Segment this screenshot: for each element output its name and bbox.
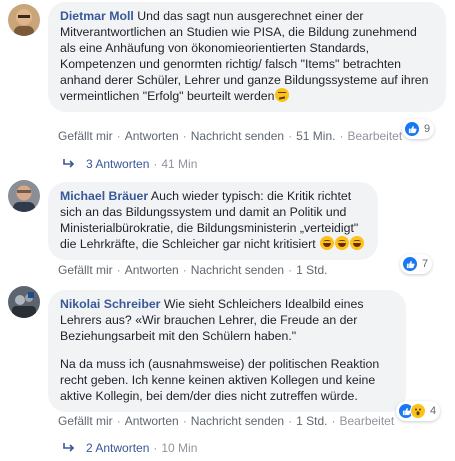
view-replies-link[interactable]: 2 Antworten · 10 Min (62, 441, 197, 455)
reaction-summary[interactable]: 7 (400, 254, 433, 274)
send-message-link[interactable]: Nachricht senden (191, 263, 284, 277)
like-link[interactable]: Gefällt mir (58, 263, 113, 277)
reply-arrow-icon (63, 443, 75, 452)
replies-time: 41 Min (161, 157, 198, 171)
reaction-count: 7 (422, 258, 429, 270)
avatar[interactable] (8, 4, 40, 36)
comment-bubble: Nikolai Schreiber Wie sieht Schleichers … (48, 290, 406, 412)
avatar-image-icon (8, 4, 40, 36)
reply-arrow-icon (63, 159, 75, 168)
comment-text: Und das sagt nun ausgerechnet einer der … (60, 9, 429, 103)
comment-bubble: Dietmar Moll Und das sagt nun ausgerechn… (48, 2, 446, 112)
comment-author[interactable]: Nikolai Schreiber (60, 297, 160, 311)
like-reaction-icon (404, 121, 420, 137)
avatar-image-icon (8, 286, 40, 318)
comment-author[interactable]: Dietmar Moll (60, 9, 134, 23)
wow-reaction-icon (410, 403, 426, 419)
comment-nikolai-schreiber: Nikolai Schreiber Wie sieht Schleichers … (0, 284, 455, 461)
replies-separator: · (153, 441, 158, 455)
replies-time: 10 Min (161, 441, 198, 455)
reply-link[interactable]: Antworten (125, 129, 179, 143)
grinning-face-emoji (350, 236, 365, 250)
comment-michael-braeuer: Michael Bräuer Auch wieder typisch: die … (0, 178, 455, 278)
comment-dietmar-moll: Dietmar Moll Und das sagt nun ausgerechn… (0, 0, 455, 175)
like-link[interactable]: Gefällt mir (58, 129, 113, 143)
comment-author[interactable]: Michael Bräuer (60, 189, 148, 203)
send-message-link[interactable]: Nachricht senden (191, 414, 284, 428)
like-link[interactable]: Gefällt mir (58, 414, 113, 428)
avatar[interactable] (8, 286, 40, 318)
timestamp[interactable]: 1 Std. (296, 263, 327, 277)
replies-count[interactable]: 2 Antworten (86, 441, 149, 455)
edited-label: Bearbeitet (339, 414, 395, 428)
like-reaction-icon (402, 256, 418, 272)
reply-link[interactable]: Antworten (125, 263, 179, 277)
send-message-link[interactable]: Nachricht senden (191, 129, 284, 143)
replies-separator: · (153, 157, 158, 171)
reaction-count: 4 (430, 405, 437, 417)
comment-bubble: Michael Bräuer Auch wieder typisch: die … (48, 182, 378, 260)
reaction-summary[interactable]: 9 (402, 119, 435, 139)
edited-label: Bearbeitet (347, 129, 403, 143)
comment-actions: Gefällt mir · Antworten · Nachricht senden · 5… (58, 129, 403, 143)
comment-actions: Gefällt mir · Antworten · Nachricht senden · 1… (58, 263, 328, 277)
avatar[interactable] (8, 180, 40, 212)
grinning-face-emoji (320, 236, 335, 250)
comment-text-paragraph-2: Na da muss ich (ausnahmsweise) der polit… (60, 357, 380, 403)
comment-actions: Gefällt mir · Antworten · Nachricht senden · 1… (58, 414, 395, 428)
avatar-image-icon (8, 180, 40, 212)
view-replies-link[interactable]: 3 Antworten · 41 Min (62, 157, 197, 171)
timestamp[interactable]: 51 Min. (296, 129, 335, 143)
thinking-face-emoji (275, 88, 290, 102)
replies-count[interactable]: 3 Antworten (86, 157, 149, 171)
timestamp[interactable]: 1 Std. (296, 414, 327, 428)
grinning-face-emoji (335, 236, 350, 250)
reaction-summary[interactable]: 4 (396, 401, 441, 421)
reaction-count: 9 (424, 123, 431, 135)
reply-link[interactable]: Antworten (125, 414, 179, 428)
